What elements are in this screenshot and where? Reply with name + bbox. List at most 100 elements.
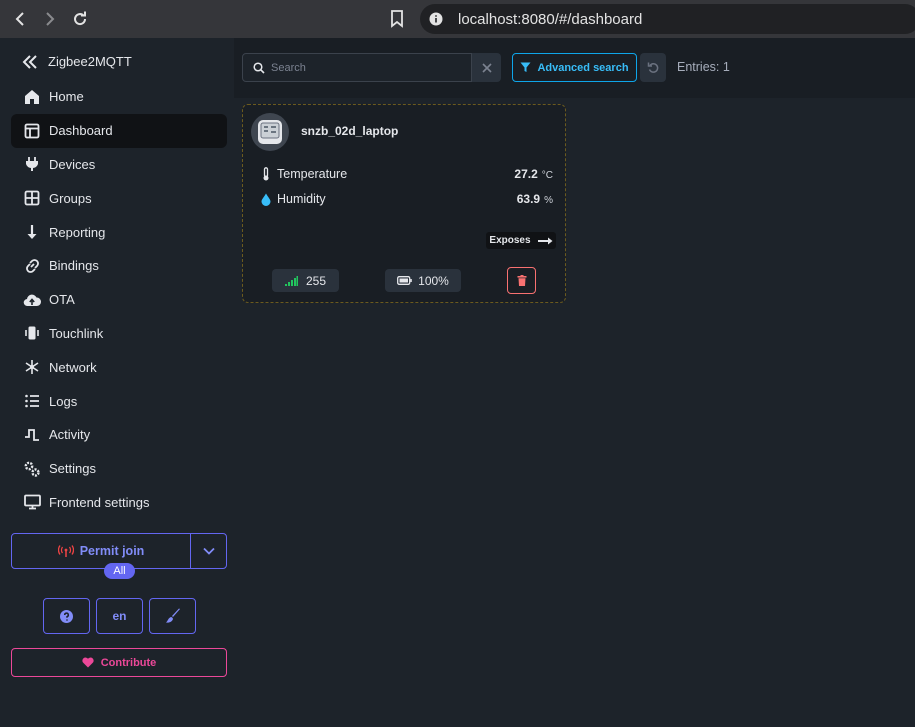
heart-icon: [82, 657, 94, 668]
battery-value: 100%: [418, 273, 449, 288]
brush-icon: [165, 608, 180, 623]
sidebar-item-label: Logs: [49, 393, 78, 409]
search-input[interactable]: [271, 61, 461, 74]
arrow-down-icon: [23, 223, 41, 241]
sidebar-item-label: Reporting: [49, 224, 106, 240]
delete-device-button[interactable]: [507, 267, 536, 294]
battery-badge: 100%: [385, 269, 461, 292]
sidebar-item-settings[interactable]: Settings: [11, 452, 227, 486]
sidebar: Zigbee2MQTT Home Dashboard Devices Group…: [4, 38, 234, 727]
exposes-label: Exposes: [489, 235, 531, 246]
device-image[interactable]: [251, 113, 289, 151]
trash-icon: [517, 275, 526, 286]
feature-humidity: Humidity 63.9%: [259, 192, 553, 206]
antenna-icon: [57, 545, 74, 557]
sidebar-item-touchlink[interactable]: Touchlink: [11, 317, 227, 351]
thermometer-icon: [259, 167, 273, 181]
sidebar-item-label: Groups: [49, 190, 92, 206]
sidebar-item-frontend-settings[interactable]: Frontend settings: [11, 486, 227, 520]
forward-button[interactable]: [39, 8, 61, 30]
sidebar-item-label: Devices: [49, 156, 96, 172]
dashboard-toolbar: Advanced search Entries: 1: [234, 38, 915, 98]
contribute-button[interactable]: Contribute: [11, 648, 227, 677]
undo-icon: [647, 62, 658, 73]
reset-filters-button[interactable]: [640, 53, 666, 82]
question-icon: [60, 609, 73, 623]
arrow-right-icon: [537, 237, 553, 244]
temperature-value: 27.2 °C: [514, 167, 553, 181]
sidebar-item-label: Frontend settings: [49, 494, 150, 510]
entries-count: Entries: 1: [677, 60, 730, 74]
humidity-value: 63.9%: [517, 192, 553, 206]
permit-target-badge[interactable]: All: [104, 563, 135, 579]
sidebar-item-groups[interactable]: Groups: [11, 181, 227, 215]
permit-join-dropdown[interactable]: [191, 534, 226, 568]
plug-icon: [23, 155, 41, 173]
temperature-unit: °C: [541, 170, 553, 181]
sidebar-item-label: Network: [49, 359, 97, 375]
contribute-label: Contribute: [100, 656, 157, 669]
list-icon: [23, 392, 41, 410]
brand[interactable]: Zigbee2MQTT: [22, 54, 132, 69]
sidebar-item-label: OTA: [49, 292, 75, 308]
sidebar-item-dashboard[interactable]: Dashboard: [11, 113, 227, 148]
sidebar-item-activity[interactable]: Activity: [11, 418, 227, 452]
sidebar-item-label: Home: [49, 89, 84, 105]
exposes-link[interactable]: Exposes: [486, 232, 556, 249]
reload-icon: [74, 11, 87, 26]
search-box: [242, 53, 472, 82]
sidebar-item-devices[interactable]: Devices: [11, 148, 227, 182]
address-bar[interactable]: localhost:8080/#/dashboard: [420, 4, 915, 34]
language-button[interactable]: en: [96, 598, 143, 634]
chevron-right-icon: [46, 12, 55, 26]
linkquality-badge: 255: [272, 269, 339, 292]
sensor-device-icon: [258, 120, 282, 144]
sidebar-item-network[interactable]: Network: [11, 350, 227, 384]
search-icon: [253, 61, 265, 74]
sidebar-item-label: Activity: [49, 427, 91, 443]
help-button[interactable]: [43, 598, 90, 634]
sidebar-item-label: Touchlink: [49, 325, 104, 341]
gears-icon: [23, 460, 41, 478]
chevron-down-icon: [202, 547, 215, 555]
sidebar-item-label: Dashboard: [49, 123, 113, 139]
sidebar-item-home[interactable]: Home: [11, 80, 227, 114]
bookmark-button[interactable]: [386, 8, 408, 30]
sidebar-item-ota[interactable]: OTA: [11, 283, 227, 317]
sidebar-item-logs[interactable]: Logs: [11, 384, 227, 418]
home-icon: [23, 88, 41, 106]
browser-toolbar: localhost:8080/#/dashboard: [0, 0, 915, 38]
cloud-upload-icon: [23, 291, 41, 309]
dashboard-icon: [23, 122, 41, 140]
permit-join-label: Permit join: [79, 544, 145, 558]
sidebar-item-bindings[interactable]: Bindings: [11, 249, 227, 283]
bookmark-icon: [391, 10, 403, 28]
monitor-icon: [23, 493, 41, 511]
touchlink-icon: [23, 324, 41, 342]
theme-button[interactable]: [149, 598, 196, 634]
nav-list: Home Dashboard Devices Groups Reporting …: [11, 80, 227, 519]
permit-join-button[interactable]: Permit join: [12, 534, 191, 568]
signal-icon: [284, 275, 298, 286]
sidebar-item-reporting[interactable]: Reporting: [11, 215, 227, 249]
device-card: snzb_02d_laptop Temperature 27.2 °C Humid…: [242, 104, 566, 303]
chevron-left-icon: [15, 12, 24, 26]
advanced-search-label: Advanced search: [537, 61, 629, 74]
feature-label: Temperature: [277, 167, 348, 181]
url-text: localhost:8080/#/dashboard: [458, 10, 643, 28]
device-name[interactable]: snzb_02d_laptop: [301, 124, 398, 138]
reload-button[interactable]: [69, 8, 91, 30]
network-icon: [23, 358, 41, 376]
advanced-search-button[interactable]: Advanced search: [512, 53, 637, 82]
linkquality-value: 255: [305, 273, 327, 288]
temperature-number: 27.2: [514, 167, 538, 181]
grid-icon: [23, 189, 41, 207]
main-content: Advanced search Entries: 1 snzb_02d_lapt…: [234, 38, 915, 727]
clear-search-button[interactable]: [472, 53, 501, 82]
activity-icon: [23, 426, 41, 444]
battery-full-icon: [397, 276, 412, 285]
collapse-icon[interactable]: [22, 54, 38, 69]
link-icon: [23, 257, 41, 275]
back-button[interactable]: [9, 8, 31, 30]
sidebar-item-label: Bindings: [49, 258, 99, 274]
